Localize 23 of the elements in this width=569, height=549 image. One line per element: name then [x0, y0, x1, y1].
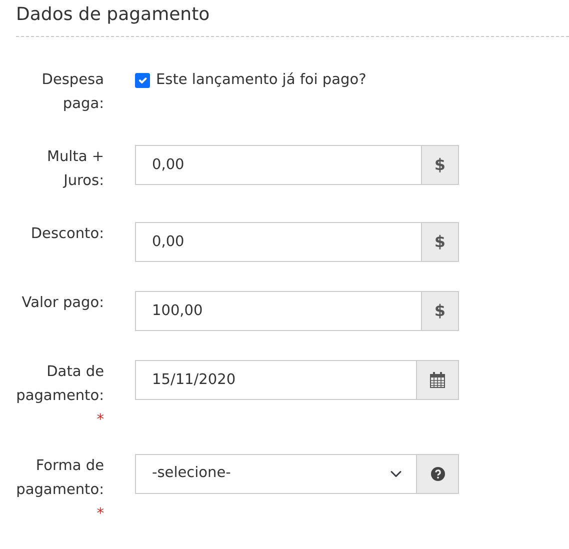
required-mark: * [96, 411, 104, 430]
currency-addon: $ [421, 145, 459, 185]
calendar-icon [430, 372, 445, 388]
field-label: Despesa paga: [40, 71, 104, 114]
calendar-addon[interactable] [416, 360, 459, 400]
checkbox[interactable] [135, 73, 150, 88]
checkbox-label[interactable]: Este lançamento já foi pago? [156, 70, 366, 92]
section-title: Dados de pagamento [16, 3, 211, 27]
field-label: Multa + Juros: [46, 148, 104, 191]
field-label: Desconto: [30, 225, 104, 244]
amount-field[interactable]: 100,00 [135, 291, 422, 331]
currency-addon: $ [421, 222, 459, 262]
field-label: Valor pago: [20, 294, 104, 313]
help-icon [430, 467, 444, 481]
required-mark: * [96, 505, 104, 524]
help-addon[interactable] [416, 454, 459, 494]
amount-field[interactable]: 0,00 [135, 145, 422, 185]
date-field[interactable]: 15/11/2020 [135, 360, 417, 400]
field-label: Forma de pagamento: [16, 457, 104, 500]
field-label: Data de pagamento: [16, 363, 104, 406]
amount-field[interactable]: 0,00 [135, 222, 422, 262]
currency-addon: $ [421, 291, 459, 331]
dropdown-field[interactable]: -selecione- [135, 454, 417, 494]
